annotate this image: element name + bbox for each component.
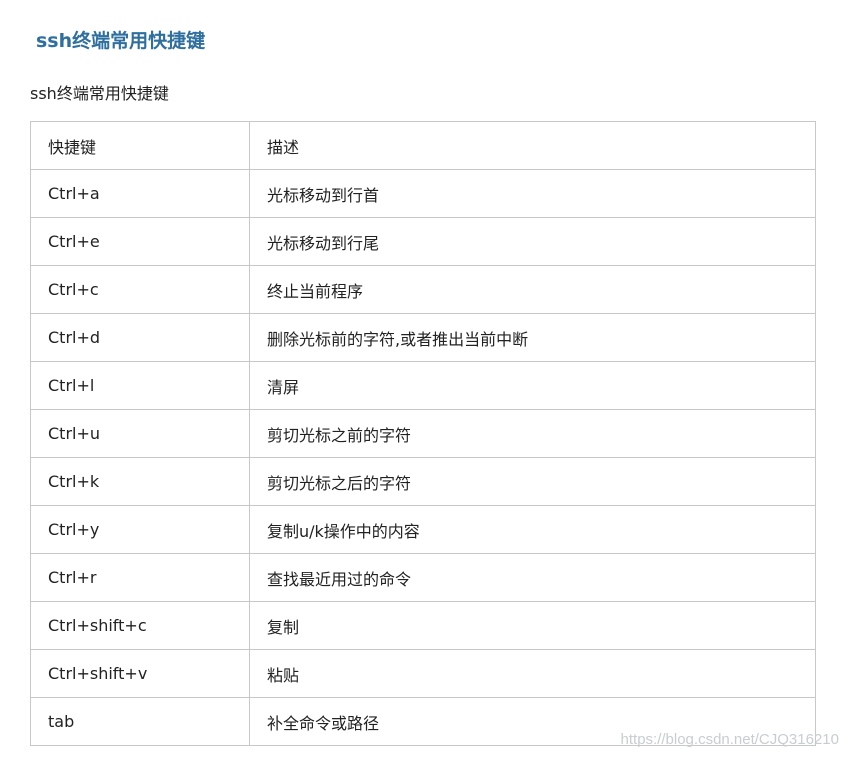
description-cell: 光标移动到行尾 xyxy=(249,217,816,266)
table-row: Ctrl+r 查找最近用过的命令 xyxy=(30,553,816,602)
table-row: Ctrl+shift+c 复制 xyxy=(30,601,816,650)
shortcut-cell: Ctrl+e xyxy=(30,217,250,266)
description-cell: 复制 xyxy=(249,601,816,650)
watermark: https://blog.csdn.net/CJQ316210 xyxy=(620,731,839,748)
shortcut-cell: Ctrl+shift+v xyxy=(30,649,250,698)
description-cell: 剪切光标之后的字符 xyxy=(249,457,816,506)
shortcut-cell: Ctrl+shift+c xyxy=(30,601,250,650)
table-row: Ctrl+shift+v 粘贴 xyxy=(30,649,816,698)
shortcut-cell: Ctrl+d xyxy=(30,313,250,362)
table-row: Ctrl+c 终止当前程序 xyxy=(30,265,816,314)
description-cell: 删除光标前的字符,或者推出当前中断 xyxy=(249,313,816,362)
shortcut-cell: Ctrl+u xyxy=(30,409,250,458)
description-cell: 查找最近用过的命令 xyxy=(249,553,816,602)
description-cell: 剪切光标之前的字符 xyxy=(249,409,816,458)
shortcut-cell: Ctrl+a xyxy=(30,169,250,218)
description-cell: 复制u/k操作中的内容 xyxy=(249,505,816,554)
header-cell-shortcut: 快捷键 xyxy=(30,121,250,170)
description-cell: 光标移动到行首 xyxy=(249,169,816,218)
table-row: Ctrl+y 复制u/k操作中的内容 xyxy=(30,505,816,554)
table-header-row: 快捷键 描述 xyxy=(30,121,816,170)
article-heading: ssh终端常用快捷键 xyxy=(36,30,206,52)
header-cell-description: 描述 xyxy=(249,121,816,170)
shortcut-cell: Ctrl+y xyxy=(30,505,250,554)
table-row: Ctrl+l 清屏 xyxy=(30,361,816,410)
description-cell: 粘贴 xyxy=(249,649,816,698)
description-cell: 清屏 xyxy=(249,361,816,410)
shortcut-cell: Ctrl+l xyxy=(30,361,250,410)
shortcut-cell: Ctrl+c xyxy=(30,265,250,314)
description-cell: 终止当前程序 xyxy=(249,265,816,314)
shortcut-cell: Ctrl+r xyxy=(30,553,250,602)
intro-paragraph: ssh终端常用快捷键 xyxy=(30,84,169,103)
shortcut-table: 快捷键 描述 Ctrl+a 光标移动到行首 Ctrl+e 光标移动到行尾 Ctr… xyxy=(30,121,816,746)
shortcut-cell: Ctrl+k xyxy=(30,457,250,506)
shortcut-cell: tab xyxy=(30,697,250,746)
table-row: Ctrl+d 删除光标前的字符,或者推出当前中断 xyxy=(30,313,816,362)
table-row: Ctrl+u 剪切光标之前的字符 xyxy=(30,409,816,458)
table-row: Ctrl+e 光标移动到行尾 xyxy=(30,217,816,266)
table-row: Ctrl+a 光标移动到行首 xyxy=(30,169,816,218)
table-row: Ctrl+k 剪切光标之后的字符 xyxy=(30,457,816,506)
